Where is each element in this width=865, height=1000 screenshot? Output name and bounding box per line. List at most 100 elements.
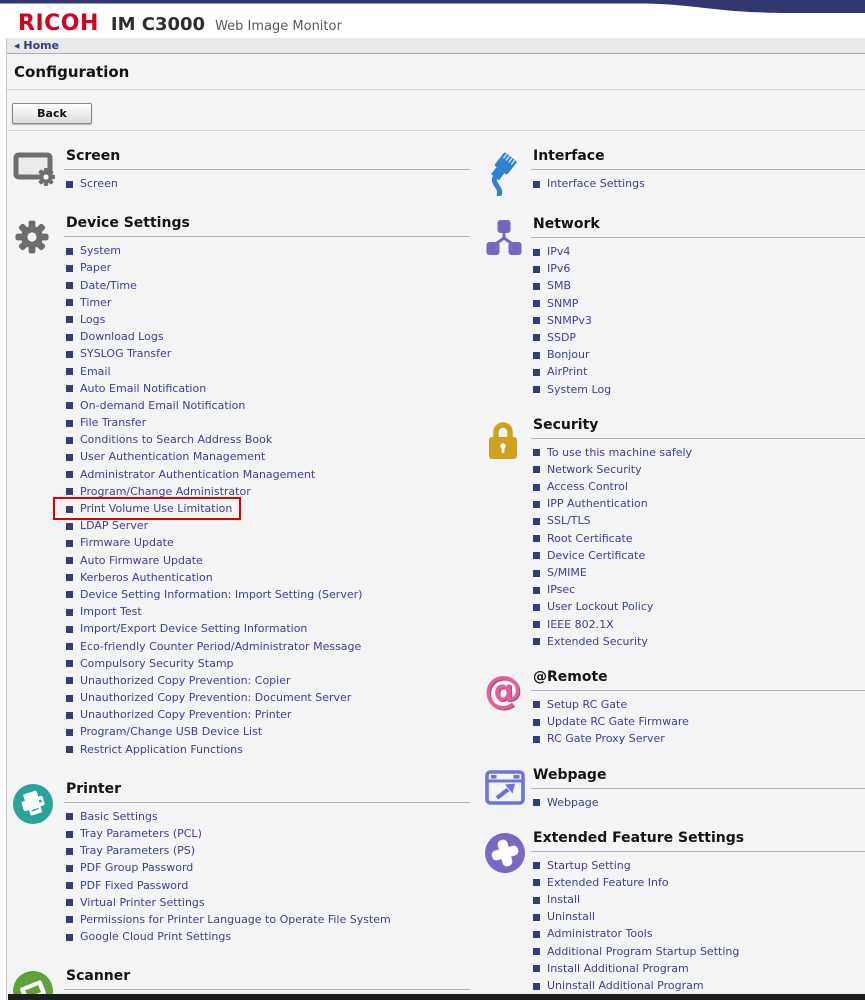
- link-import-test[interactable]: Import Test: [80, 606, 142, 618]
- link-program-change-administrator[interactable]: Program/Change Administrator: [80, 486, 251, 498]
- link-extended-feature-info[interactable]: Extended Feature Info: [547, 877, 669, 889]
- config-link-item: PDF Group Password: [66, 862, 470, 874]
- config-link-item: Import Test: [66, 606, 470, 618]
- section-screen: Screen Screen: [12, 148, 484, 195]
- link-root-certificate[interactable]: Root Certificate: [547, 533, 633, 545]
- link-device-setting-information-import-setting-server[interactable]: Device Setting Information: Import Setti…: [80, 589, 362, 601]
- link-restrict-application-functions[interactable]: Restrict Application Functions: [80, 744, 243, 756]
- config-link-item: Device Certificate: [533, 550, 865, 562]
- link-screen[interactable]: Screen: [80, 178, 118, 190]
- config-link-item: Install Additional Program: [533, 963, 865, 975]
- link-conditions-to-search-address-book[interactable]: Conditions to Search Address Book: [80, 434, 272, 446]
- link-install[interactable]: Install: [547, 894, 580, 906]
- link-uninstall[interactable]: Uninstall: [547, 911, 595, 923]
- link-interface-settings[interactable]: Interface Settings: [547, 178, 645, 190]
- link-permissions-for-printer-language-to-operate-file-system[interactable]: Permissions for Printer Language to Oper…: [80, 914, 391, 926]
- link-unauthorized-copy-prevention-printer[interactable]: Unauthorized Copy Prevention: Printer: [80, 709, 291, 721]
- config-link-item: Device Setting Information: Import Setti…: [66, 589, 470, 601]
- link-network-security[interactable]: Network Security: [547, 464, 642, 476]
- link-basic-settings[interactable]: Basic Settings: [80, 811, 158, 823]
- bullet-square-icon: [66, 712, 73, 719]
- link-additional-program-startup-setting[interactable]: Additional Program Startup Setting: [547, 946, 739, 958]
- link-paper[interactable]: Paper: [80, 262, 111, 274]
- link-webpage[interactable]: Webpage: [547, 797, 598, 809]
- link-user-authentication-management[interactable]: User Authentication Management: [80, 451, 265, 463]
- section-device-settings: Device SettingsSystemPaperDate/TimeTimer…: [12, 215, 484, 761]
- section-at-remote: @@RemoteSetup RC GateUpdate RC Gate Firm…: [484, 669, 865, 751]
- link-to-use-this-machine-safely[interactable]: To use this machine safely: [547, 447, 692, 459]
- link-install-additional-program[interactable]: Install Additional Program: [547, 963, 689, 975]
- link-tray-parameters-ps[interactable]: Tray Parameters (PS): [80, 845, 195, 857]
- link-access-control[interactable]: Access Control: [547, 481, 628, 493]
- link-rc-gate-proxy-server[interactable]: RC Gate Proxy Server: [547, 733, 665, 745]
- link-auto-firmware-update[interactable]: Auto Firmware Update: [80, 555, 203, 567]
- link-import-export-device-setting-information[interactable]: Import/Export Device Setting Information: [80, 623, 307, 635]
- link-eco-friendly-counter-period-administrator-message[interactable]: Eco-friendly Counter Period/Administrato…: [80, 641, 361, 653]
- link-snmpv3[interactable]: SNMPv3: [547, 315, 592, 327]
- config-link-item: Update RC Gate Firmware: [533, 716, 865, 728]
- link-ipv4[interactable]: IPv4: [547, 246, 570, 258]
- link-compulsory-security-stamp[interactable]: Compulsory Security Stamp: [80, 658, 234, 670]
- link-update-rc-gate-firmware[interactable]: Update RC Gate Firmware: [547, 716, 689, 728]
- link-ipv6[interactable]: IPv6: [547, 263, 570, 275]
- link-system-log[interactable]: System Log: [547, 384, 611, 396]
- network-icon: [484, 216, 531, 401]
- link-google-cloud-print-settings[interactable]: Google Cloud Print Settings: [80, 931, 231, 943]
- config-link-item: Download Logs: [66, 331, 470, 343]
- link-auto-email-notification[interactable]: Auto Email Notification: [80, 383, 206, 395]
- link-file-transfer[interactable]: File Transfer: [80, 417, 146, 429]
- config-link-item: IPv6: [533, 263, 865, 275]
- link-snmp[interactable]: SNMP: [547, 298, 578, 310]
- config-link-item: Network Security: [533, 464, 865, 476]
- link-print-volume-use-limitation[interactable]: Print Volume Use Limitation: [80, 503, 232, 515]
- link-syslog-transfer[interactable]: SYSLOG Transfer: [80, 348, 171, 360]
- link-bonjour[interactable]: Bonjour: [547, 349, 590, 361]
- link-virtual-printer-settings[interactable]: Virtual Printer Settings: [80, 897, 205, 909]
- section-links: Screen: [64, 178, 470, 190]
- link-user-lockout-policy[interactable]: User Lockout Policy: [547, 601, 653, 613]
- link-airprint[interactable]: AirPrint: [547, 366, 587, 378]
- bullet-square-icon: [533, 552, 540, 559]
- breadcrumb-home-link[interactable]: Home: [23, 39, 59, 52]
- bullet-square-icon: [66, 282, 73, 289]
- config-link-item: Basic Settings: [66, 811, 470, 823]
- link-administrator-tools[interactable]: Administrator Tools: [547, 928, 653, 940]
- link-logs[interactable]: Logs: [80, 314, 105, 326]
- link-download-logs[interactable]: Download Logs: [80, 331, 164, 343]
- link-email[interactable]: Email: [80, 366, 111, 378]
- link-administrator-authentication-management[interactable]: Administrator Authentication Management: [80, 469, 315, 481]
- link-device-certificate[interactable]: Device Certificate: [547, 550, 645, 562]
- link-ipsec[interactable]: IPsec: [547, 584, 575, 596]
- bullet-square-icon: [533, 535, 540, 542]
- link-timer[interactable]: Timer: [80, 297, 111, 309]
- section-links: System Paper Date/Time Timer Logs Download Lo…: [64, 245, 470, 755]
- link-unauthorized-copy-prevention-document-server[interactable]: Unauthorized Copy Prevention: Document S…: [80, 692, 351, 704]
- link-pdf-fixed-password[interactable]: PDF Fixed Password: [80, 880, 188, 892]
- link-pdf-group-password[interactable]: PDF Group Password: [80, 862, 193, 874]
- config-link-item: User Authentication Management: [66, 451, 470, 463]
- link-ipp-authentication[interactable]: IPP Authentication: [547, 498, 648, 510]
- link-date-time[interactable]: Date/Time: [80, 280, 137, 292]
- link-firmware-update[interactable]: Firmware Update: [80, 537, 174, 549]
- link-ldap-server[interactable]: LDAP Server: [80, 520, 148, 532]
- section-links: Interface Settings: [531, 178, 865, 190]
- section-network: NetworkIPv4IPv6SMBSNMPSNMPv3SSDPBonjourA…: [484, 216, 865, 401]
- link-uninstall-additional-program[interactable]: Uninstall Additional Program: [547, 980, 704, 992]
- link-extended-security[interactable]: Extended Security: [547, 636, 648, 648]
- link-ieee-802-1x[interactable]: IEEE 802.1X: [547, 619, 614, 631]
- section-title-screen: Screen: [64, 148, 470, 170]
- link-tray-parameters-pcl[interactable]: Tray Parameters (PCL): [80, 828, 202, 840]
- link-smb[interactable]: SMB: [547, 280, 571, 292]
- link-kerberos-authentication[interactable]: Kerberos Authentication: [80, 572, 213, 584]
- back-button[interactable]: Back: [12, 103, 92, 124]
- link-ssdp[interactable]: SSDP: [547, 332, 576, 344]
- link-on-demand-email-notification[interactable]: On-demand Email Notification: [80, 400, 245, 412]
- link-system[interactable]: System: [80, 245, 121, 257]
- link-s-mime[interactable]: S/MIME: [547, 567, 587, 579]
- link-startup-setting[interactable]: Startup Setting: [547, 860, 631, 872]
- link-ssl-tls[interactable]: SSL/TLS: [547, 515, 591, 527]
- link-setup-rc-gate[interactable]: Setup RC Gate: [547, 699, 627, 711]
- link-unauthorized-copy-prevention-copier[interactable]: Unauthorized Copy Prevention: Copier: [80, 675, 291, 687]
- config-link-item: Auto Firmware Update: [66, 555, 470, 567]
- link-program-change-usb-device-list[interactable]: Program/Change USB Device List: [80, 726, 262, 738]
